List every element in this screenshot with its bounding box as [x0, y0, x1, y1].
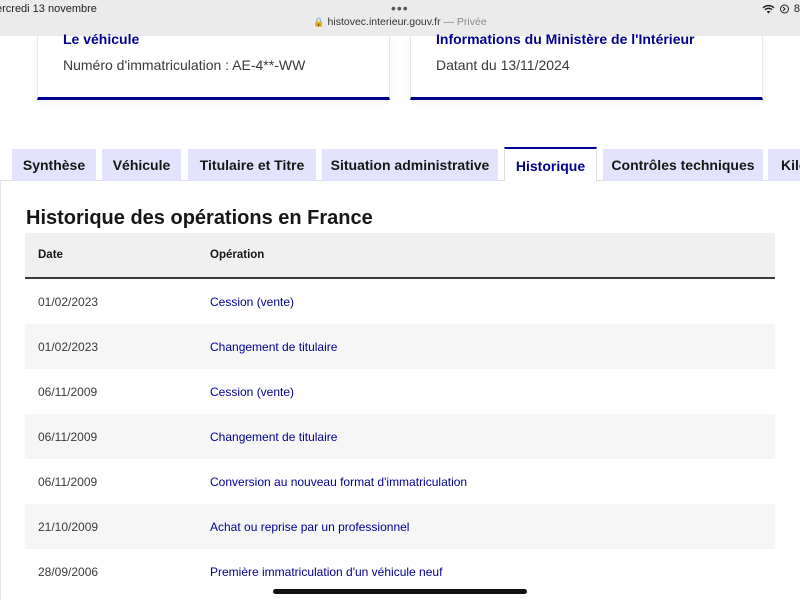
wifi-icon — [762, 4, 775, 14]
column-header-date: Date — [38, 249, 63, 261]
row-operation-link[interactable]: Cession (vente) — [210, 385, 294, 399]
vehicle-card-title: Le véhicule — [63, 31, 140, 47]
tab-bar: Synthèse Véhicule Titulaire et Titre Sit… — [0, 147, 800, 182]
data-date: Datant du 13/11/2024 — [436, 57, 570, 73]
home-indicator[interactable] — [273, 589, 527, 594]
row-date: 06/11/2009 — [38, 385, 98, 399]
charge-icon — [779, 4, 789, 14]
private-label: — Privée — [443, 16, 487, 28]
vehicle-card: Le véhicule Numéro d'immatriculation : A… — [37, 31, 390, 100]
column-header-operation: Opération — [210, 249, 265, 261]
tab-synthese[interactable]: Synthèse — [12, 149, 96, 181]
table-header: Date Opération — [25, 233, 775, 279]
history-table: Date Opération 01/02/2023 Cession (vente… — [25, 233, 775, 594]
registration-number: Numéro d'immatriculation : AE-4**-WW — [63, 57, 306, 73]
table-row: 06/11/2009 Changement de titulaire — [25, 414, 775, 459]
row-operation-link[interactable]: Cession (vente) — [210, 295, 294, 309]
row-date: 01/02/2023 — [38, 340, 99, 354]
status-date: ercredi 13 novembre — [0, 3, 97, 15]
table-row: 01/02/2023 Cession (vente) — [25, 279, 775, 324]
page-title: Historique des opérations en France — [26, 207, 373, 229]
table-row: 21/10/2009 Achat ou reprise par un profe… — [25, 504, 775, 549]
ministry-card-title: Informations du Ministère de l'Intérieur — [436, 31, 695, 47]
tab-controles-techniques[interactable]: Contrôles techniques — [603, 149, 763, 181]
row-operation-link[interactable]: Conversion au nouveau format d'immatricu… — [210, 475, 467, 489]
row-operation-link[interactable]: Achat ou reprise par un professionnel — [210, 520, 409, 534]
table-row: 06/11/2009 Conversion au nouveau format … — [25, 459, 775, 504]
row-date: 28/09/2006 — [38, 565, 99, 579]
table-row: 06/11/2009 Cession (vente) — [25, 369, 775, 414]
row-operation-link[interactable]: Première immatriculation d'un véhicule n… — [210, 565, 442, 579]
more-icon[interactable]: ••• — [391, 0, 409, 16]
address-url: histovec.interieur.gouv.fr — [327, 16, 441, 28]
tab-situation-administrative[interactable]: Situation administrative — [322, 149, 498, 181]
table-row: 01/02/2023 Changement de titulaire — [25, 324, 775, 369]
row-operation-link[interactable]: Changement de titulaire — [210, 430, 337, 444]
row-date: 06/11/2009 — [38, 475, 98, 489]
tab-titulaire-et-titre[interactable]: Titulaire et Titre — [188, 149, 316, 181]
row-operation-link[interactable]: Changement de titulaire — [210, 340, 337, 354]
status-icons: 8 — [762, 3, 800, 15]
address-bar[interactable]: 🔒 histovec.interieur.gouv.fr — Privée — [0, 16, 800, 28]
tab-vehicule[interactable]: Véhicule — [102, 149, 181, 181]
battery-level: 8 — [793, 3, 800, 15]
row-date: 01/02/2023 — [38, 295, 99, 309]
tab-kilometrage[interactable]: Kilo — [768, 149, 800, 181]
lock-icon: 🔒 — [313, 17, 325, 27]
tab-historique[interactable]: Historique — [504, 147, 597, 182]
ministry-card: Informations du Ministère de l'Intérieur… — [410, 31, 763, 100]
row-date: 06/11/2009 — [38, 430, 98, 444]
table-row: 28/09/2006 Première immatriculation d'un… — [25, 549, 775, 594]
row-date: 21/10/2009 — [38, 520, 99, 534]
